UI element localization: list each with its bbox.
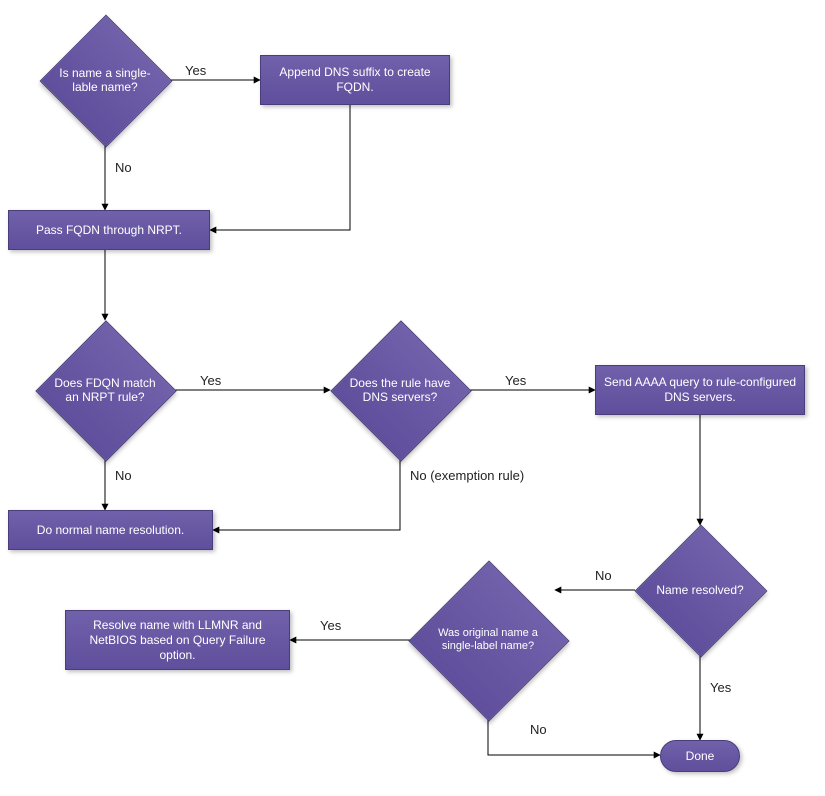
edge-label-d3-no: No (exemption rule) [410,468,524,483]
process-send-aaaa: Send AAAA query to rule-configured DNS s… [595,365,805,415]
edge-label-d2-no: No [115,468,132,483]
decision-single-label-text: Is name a single-lable name? [40,15,170,145]
process-normal-resolution: Do normal name resolution. [8,510,213,550]
process-llmnr-netbios: Resolve name with LLMNR and NetBIOS base… [65,610,290,670]
process-append-suffix-text: Append DNS suffix to create FQDN. [265,65,445,95]
process-pass-nrpt-text: Pass FQDN through NRPT. [36,223,182,238]
decision-was-single-label: Was original name a single-label name? [408,560,568,720]
edge-label-d5-yes: Yes [320,618,341,633]
decision-match-nrpt-text: Does FDQN match an NRPT rule? [35,320,175,460]
edge-label-d4-no: No [595,568,612,583]
decision-name-resolved: Name resolved? [635,525,765,655]
edge-label-d1-yes: Yes [185,63,206,78]
edge-label-d2-yes: Yes [200,373,221,388]
edge-label-d1-no: No [115,160,132,175]
decision-was-single-label-text: Was original name a single-label name? [408,560,568,720]
process-normal-resolution-text: Do normal name resolution. [37,523,184,538]
decision-match-nrpt: Does FDQN match an NRPT rule? [35,320,175,460]
terminator-done-text: Done [661,741,739,771]
process-llmnr-netbios-text: Resolve name with LLMNR and NetBIOS base… [70,618,285,663]
edge-label-d4-yes: Yes [710,680,731,695]
process-send-aaaa-text: Send AAAA query to rule-configured DNS s… [600,375,800,405]
decision-name-resolved-text: Name resolved? [635,525,765,655]
flowchart-canvas: Yes No Yes No Yes No (exemption rule) Ye… [0,0,825,796]
decision-single-label: Is name a single-lable name? [40,15,170,145]
decision-rule-has-dns-text: Does the rule have DNS servers? [330,320,470,460]
process-append-suffix: Append DNS suffix to create FQDN. [260,55,450,105]
terminator-done: Done [660,740,740,772]
decision-rule-has-dns: Does the rule have DNS servers? [330,320,470,460]
edge-label-d3-yes: Yes [505,373,526,388]
process-pass-nrpt: Pass FQDN through NRPT. [8,210,210,250]
edge-label-d5-no: No [530,722,547,737]
